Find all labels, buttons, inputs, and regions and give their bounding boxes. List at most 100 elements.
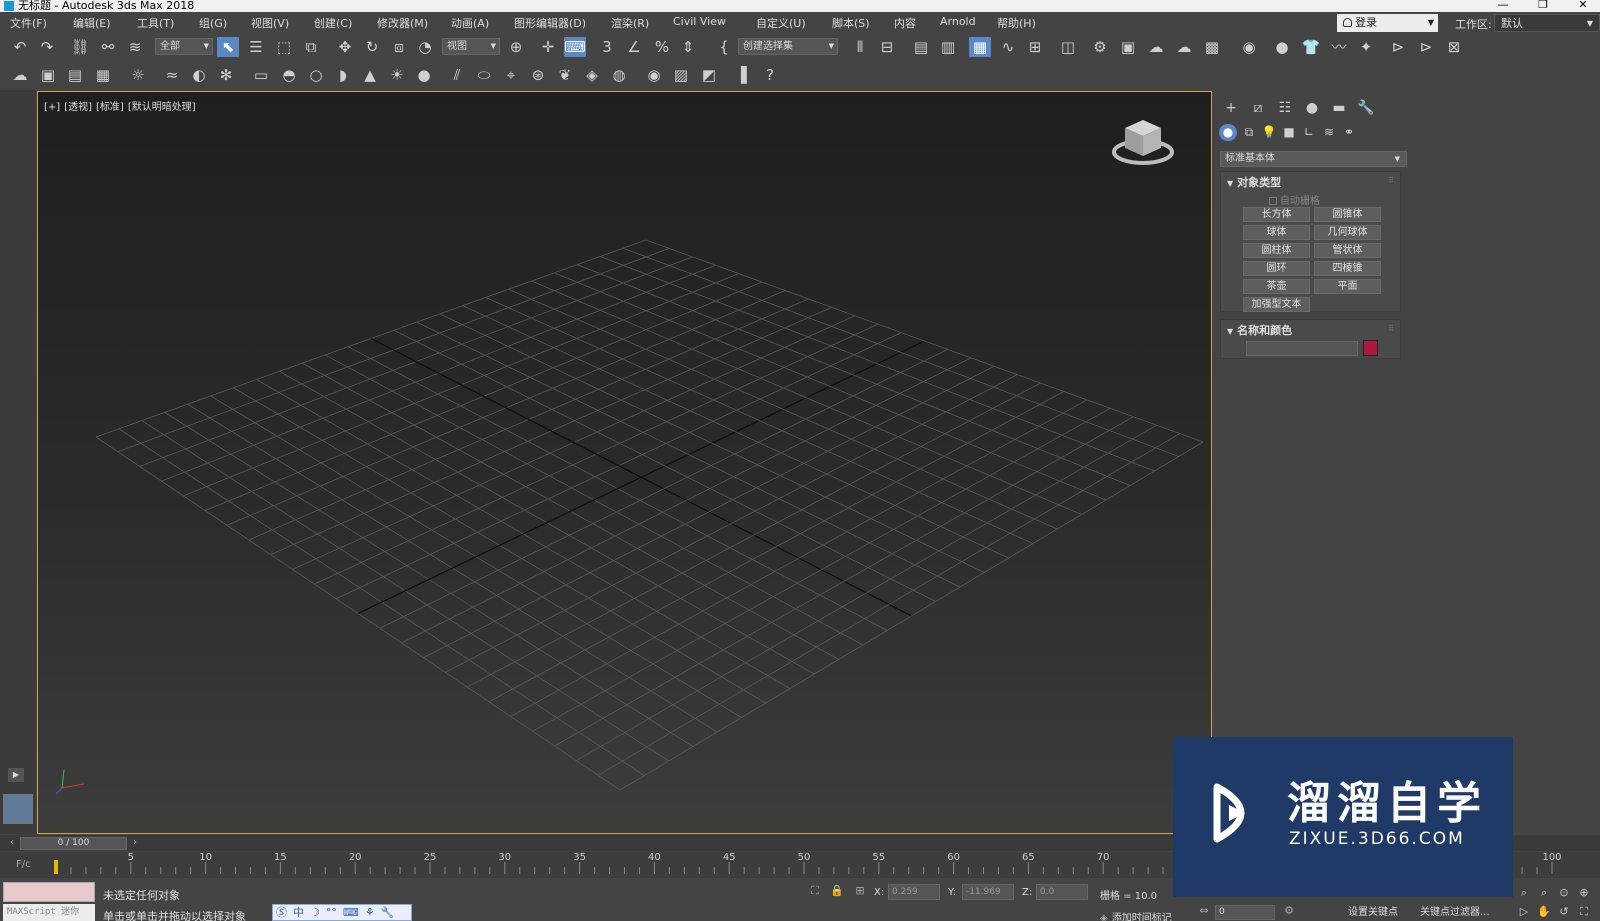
x-coordinate-field[interactable]: 0.259 (888, 884, 940, 900)
object-color-swatch[interactable] (1363, 340, 1378, 356)
keyboard-shortcut-override-icon[interactable]: ⌨ (564, 37, 586, 57)
redo-icon[interactable]: ↷ (36, 37, 58, 57)
key-filters-button[interactable]: 关键点过滤器... (1420, 905, 1490, 920)
capsule-icon[interactable]: ⬭ (473, 65, 495, 85)
zoom-extents-all-icon[interactable]: ⊕ (1577, 886, 1591, 900)
edit-named-sets-icon[interactable]: { (713, 37, 735, 57)
box-primitive-icon[interactable]: ▭ (250, 65, 272, 85)
systems-icon[interactable]: ⚭ (1340, 124, 1358, 141)
display-tab-icon[interactable]: ▬ (1327, 98, 1351, 118)
menu-modifiers[interactable]: 修改器(M) (377, 15, 428, 31)
compass-icon[interactable]: ⌖ (500, 65, 522, 85)
hdri-icon[interactable]: ◈ (581, 65, 603, 85)
primitive-category-dropdown[interactable]: 标准基本体 ▼ (1220, 151, 1407, 167)
text-plus-button[interactable]: 加强型文本 (1243, 297, 1310, 312)
material-editor-icon[interactable]: ◫ (1057, 37, 1079, 57)
link-icon[interactable]: ⛓ (69, 37, 91, 57)
batch-icon[interactable]: ▐ (730, 65, 752, 85)
current-frame-field[interactable]: 0 (1215, 905, 1275, 920)
minimize-button[interactable]: — (1488, 0, 1518, 12)
menu-content[interactable]: 内容 (894, 15, 916, 31)
light-lister-icon[interactable]: ☼ (127, 65, 149, 85)
spreadsheet-icon[interactable]: ▦ (92, 65, 114, 85)
toggle-ribbon-icon[interactable]: ▦ (969, 37, 991, 57)
menu-file[interactable]: 文件(F) (10, 15, 47, 31)
table-icon[interactable]: ▤ (64, 65, 86, 85)
dome-icon[interactable]: ◗ (332, 65, 354, 85)
plant-icon[interactable]: ❦ (554, 65, 576, 85)
shirt-icon[interactable]: 👕 (1300, 37, 1322, 57)
render-shader-icon[interactable]: ▩ (1201, 37, 1223, 57)
layer-explorer-icon[interactable]: ▥ (937, 37, 959, 57)
menu-tools[interactable]: 工具(T) (137, 15, 174, 31)
menu-create[interactable]: 创建(C) (314, 15, 352, 31)
hierarchy-tab-icon[interactable]: ☷ (1273, 98, 1297, 118)
perspective-viewport[interactable]: [+] [透视] [标准] [默认明暗处理] (37, 91, 1212, 834)
add-time-tag[interactable]: ◈ 添加时间标记 (1100, 909, 1172, 921)
particle-icon[interactable]: ✦ (1355, 37, 1377, 57)
current-frame-marker[interactable] (54, 860, 58, 874)
expand-layout-icon[interactable]: ▶ (8, 768, 24, 782)
hair-fur-icon[interactable]: ⫽ (446, 65, 468, 85)
globe-icon[interactable]: ⊛ (527, 65, 549, 85)
maxscript-mini-listener[interactable]: MAXScript 迷你 (3, 904, 95, 921)
render-iterative-icon[interactable]: ⊳ (1415, 37, 1437, 57)
help-icon[interactable]: ? (759, 65, 781, 85)
menu-arnold[interactable]: Arnold (940, 15, 976, 28)
absolute-mode-icon[interactable]: ⊞ (853, 884, 867, 898)
motion-tab-icon[interactable]: ● (1300, 98, 1324, 118)
ime-halfwidth-icon[interactable]: ☽ (310, 905, 320, 920)
render-stop-icon[interactable]: ⊠ (1443, 37, 1465, 57)
helpers-icon[interactable]: ∟ (1300, 124, 1318, 141)
next-frame-icon[interactable]: › (129, 837, 141, 850)
snaps-toggle-icon[interactable]: 3 (596, 37, 618, 57)
object-name-field[interactable] (1246, 341, 1358, 356)
viewcube-icon[interactable] (1108, 114, 1178, 172)
render-setup-icon[interactable]: ⚙ (1089, 37, 1111, 57)
bind-spacewarp-icon[interactable]: ≋ (124, 37, 146, 57)
schematic-view-icon[interactable]: ⊞ (1024, 37, 1046, 57)
torus-button[interactable]: 圆环 (1243, 261, 1310, 276)
render-frame-window-icon[interactable]: ▣ (37, 65, 59, 85)
ime-punct-icon[interactable]: °° (326, 905, 337, 920)
y-coordinate-field[interactable]: -11.969 (962, 884, 1014, 900)
geometry-icon[interactable]: ● (1219, 124, 1237, 141)
close-button[interactable]: ✕ (1568, 0, 1598, 12)
render-cloud-icon[interactable]: ☁ (1173, 37, 1195, 57)
cone-button[interactable]: 圆锥体 (1314, 207, 1381, 222)
selection-filter-dropdown[interactable]: 全部 ▼ (155, 38, 213, 55)
scene-explorer-icon[interactable]: ▤ (910, 37, 932, 57)
scale-icon[interactable]: ⧈ (388, 37, 410, 57)
pivot-center-icon[interactable]: ⊕ (505, 37, 527, 57)
menu-customize[interactable]: 自定义(U) (756, 15, 806, 31)
sphere-tool-icon[interactable]: ● (1271, 37, 1293, 57)
rotate-icon[interactable]: ↻ (361, 37, 383, 57)
material-ball-icon[interactable]: ◉ (643, 65, 665, 85)
select-place-icon[interactable]: ◔ (414, 37, 436, 57)
login-dropdown[interactable]: 登录 ▼ (1337, 14, 1438, 32)
name-color-header[interactable]: ▼ 名称和颜色 (1227, 322, 1292, 338)
menu-edit[interactable]: 编辑(E) (73, 15, 111, 31)
rendered-frame-icon[interactable]: ▣ (1117, 37, 1139, 57)
key-filter-toggle-icon[interactable]: ⚙ (1282, 904, 1296, 918)
render-production-icon[interactable]: ☁ (1145, 37, 1167, 57)
menu-scripting[interactable]: 脚本(S) (832, 15, 870, 31)
zoom-all-icon[interactable]: ⌕ (1537, 886, 1551, 900)
box-button[interactable]: 长方体 (1243, 207, 1310, 222)
civil-view-icon[interactable]: ◉ (1238, 37, 1260, 57)
ime-toolbar[interactable]: Ⓢ 中 ☽ °° ⌨ ⚘ 🔧 (272, 904, 412, 921)
maxscript-listener-box[interactable] (3, 882, 95, 902)
named-selection-dropdown[interactable]: 创建选择集 ▼ (738, 38, 838, 55)
select-manipulate-icon[interactable]: ✛ (537, 37, 559, 57)
menu-rendering[interactable]: 渲染(R) (611, 15, 649, 31)
moon-light-icon[interactable]: ● (413, 65, 435, 85)
restore-button[interactable]: ❐ (1528, 0, 1558, 12)
shell-icon[interactable]: ◍ (608, 65, 630, 85)
zoom-extents-icon[interactable]: ⊙ (1557, 886, 1571, 900)
pyramid-button[interactable]: 四棱锥 (1314, 261, 1381, 276)
ime-settings-icon[interactable]: 🔧 (381, 905, 395, 920)
zoom-icon[interactable]: ⌕ (1517, 886, 1531, 900)
cameras-icon[interactable]: ■ (1280, 124, 1298, 141)
modify-tab-icon[interactable]: ⧄ (1246, 98, 1270, 118)
hemisphere-icon[interactable]: ◓ (278, 65, 300, 85)
